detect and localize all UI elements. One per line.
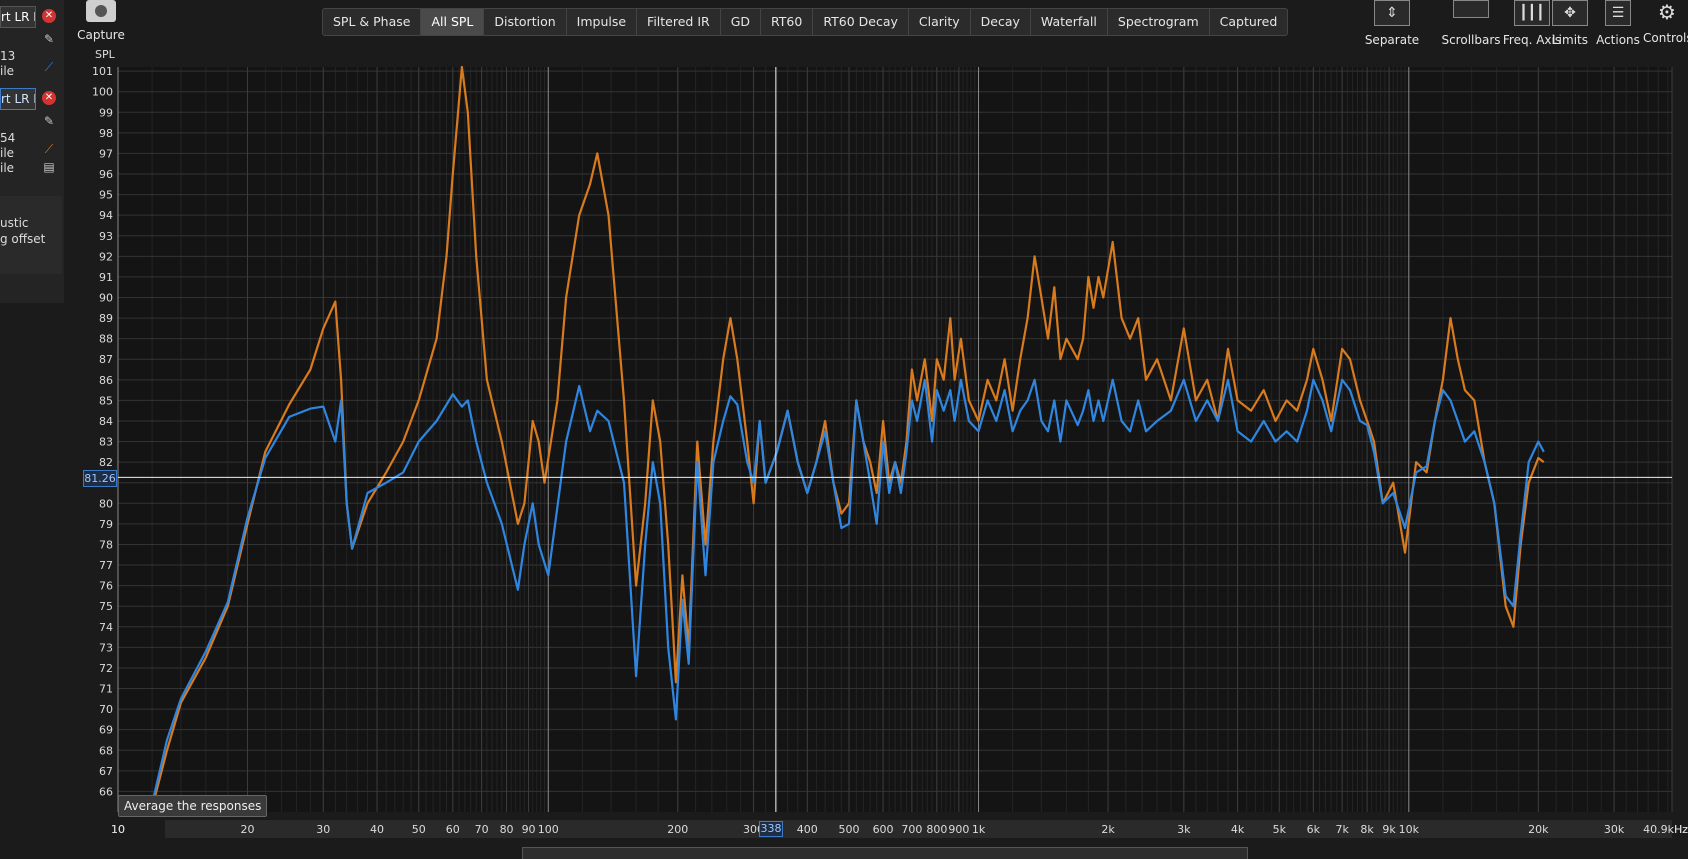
y-tick-label: 87: [99, 353, 113, 366]
x-tick-label: 50: [412, 823, 426, 836]
x-tick-label: 20k: [1528, 823, 1549, 836]
x-tick-label: 500: [839, 823, 860, 836]
y-tick-label: 83: [99, 436, 113, 449]
y-tick-label: 96: [99, 168, 113, 181]
y-tick-label: 79: [99, 518, 113, 531]
x-tick-label: 60: [446, 823, 460, 836]
y-tick-label: 101: [92, 65, 113, 78]
y-tick-label: 90: [99, 291, 113, 304]
y-tick-label: 94: [99, 209, 113, 222]
cursor-spl-readout: 81.26: [83, 470, 117, 487]
y-tick-label: 82: [99, 456, 113, 469]
y-tick-label: 71: [99, 683, 113, 696]
y-tick-label: 92: [99, 250, 113, 263]
y-tick-label: 84: [99, 415, 113, 428]
y-tick-label: 86: [99, 374, 113, 387]
x-tick-label: 30k: [1604, 823, 1625, 836]
y-tick-label: 67: [99, 765, 113, 778]
y-tick-label: 75: [99, 600, 113, 613]
x-tick-label: 70: [475, 823, 489, 836]
x-tick-label: 400: [797, 823, 818, 836]
y-tick-label: 95: [99, 189, 113, 202]
spl-graph[interactable]: 6667686970717273747576777879808182838485…: [0, 0, 1688, 858]
x-tick-label: 9k: [1382, 823, 1396, 836]
y-tick-label: 70: [99, 703, 113, 716]
y-tick-label: 99: [99, 106, 113, 119]
x-tick-label: 1k: [972, 823, 986, 836]
y-tick-label: 68: [99, 744, 113, 757]
y-tick-label: 100: [92, 86, 113, 99]
y-tick-label: 76: [99, 580, 113, 593]
x-tick-label: 700: [901, 823, 922, 836]
x-tick-label: 40.9kHz: [1643, 823, 1688, 836]
x-tick-label: 8k: [1360, 823, 1374, 836]
tooltip: Average the responses: [118, 795, 268, 817]
x-tick-label: 30: [316, 823, 330, 836]
y-tick-label: 78: [99, 538, 113, 551]
x-tick-label: 90: [522, 823, 536, 836]
x-tick-label: 2k: [1101, 823, 1115, 836]
x-tick-label: 10k: [1399, 823, 1420, 836]
y-tick-label: 73: [99, 641, 113, 654]
x-tick-label: 5k: [1273, 823, 1287, 836]
x-tick-label: 3k: [1177, 823, 1191, 836]
x-tick-label: 40: [370, 823, 384, 836]
y-tick-label: 74: [99, 621, 113, 634]
y-tick-label: 85: [99, 394, 113, 407]
y-tick-label: 98: [99, 127, 113, 140]
y-tick-label: 77: [99, 559, 113, 572]
x-tick-label: 100: [538, 823, 559, 836]
y-tick-label: 93: [99, 230, 113, 243]
x-tick-label: 6k: [1307, 823, 1321, 836]
y-tick-label: 66: [99, 785, 113, 798]
x-tick-label: 4k: [1231, 823, 1245, 836]
y-tick-label: 69: [99, 724, 113, 737]
x-tick-label: 900: [948, 823, 969, 836]
y-tick-label: 80: [99, 497, 113, 510]
x-tick-label: 80: [500, 823, 514, 836]
x-tick-label: 800: [926, 823, 947, 836]
y-tick-label: 97: [99, 147, 113, 160]
y-tick-label: 72: [99, 662, 113, 675]
x-tick-label: 10: [111, 823, 125, 836]
x-tick-label: 200: [667, 823, 688, 836]
x-tick-label: 20: [241, 823, 255, 836]
y-tick-label: 88: [99, 333, 113, 346]
x-tick-label: 7k: [1335, 823, 1349, 836]
legend-strip[interactable]: [522, 847, 1248, 859]
cursor-frequency-readout: 338: [759, 821, 783, 837]
y-tick-label: 89: [99, 312, 113, 325]
x-tick-label: 600: [873, 823, 894, 836]
y-tick-label: 91: [99, 271, 113, 284]
